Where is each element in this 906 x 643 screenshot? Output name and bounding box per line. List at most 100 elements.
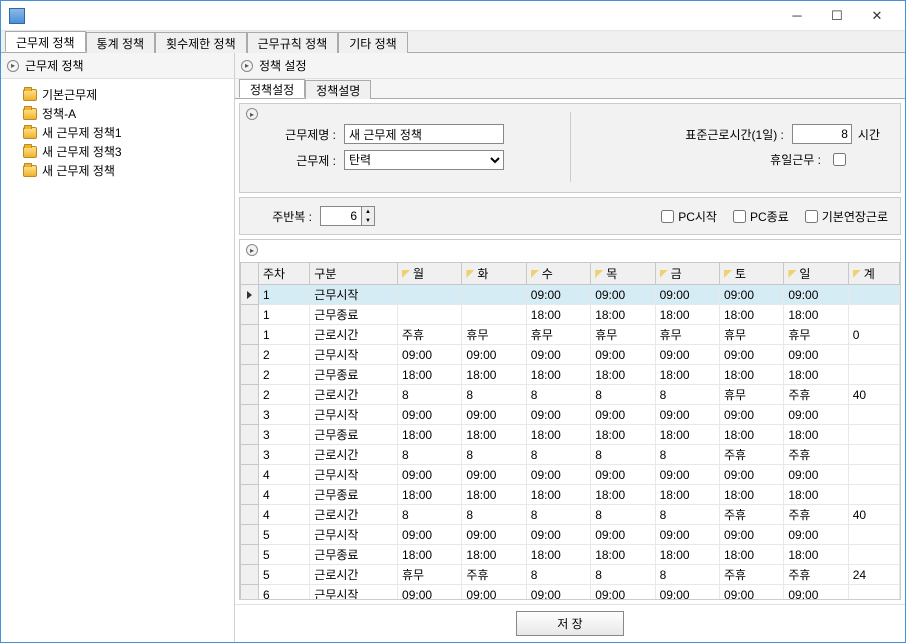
column-header[interactable]: 토	[719, 263, 783, 285]
main-tab[interactable]: 기타 정책	[338, 32, 408, 53]
cell[interactable]: 5	[259, 545, 310, 565]
cell[interactable]: 09:00	[719, 525, 783, 545]
cell[interactable]: 18:00	[591, 545, 655, 565]
cell[interactable]: 18:00	[655, 545, 719, 565]
cell[interactable]: 09:00	[398, 465, 462, 485]
cell[interactable]: 09:00	[462, 345, 526, 365]
spinner-up-icon[interactable]: ▲	[362, 207, 374, 216]
cell[interactable]: 4	[259, 485, 310, 505]
table-row[interactable]: 3근로시간88888주휴주휴	[241, 445, 900, 465]
table-row[interactable]: 4근무시작09:0009:0009:0009:0009:0009:0009:00	[241, 465, 900, 485]
cell[interactable]: 09:00	[719, 285, 783, 305]
cell[interactable]: 근로시간	[310, 505, 398, 525]
cell[interactable]: 09:00	[462, 405, 526, 425]
collapse-icon[interactable]: ▸	[246, 244, 258, 256]
base-overtime-checkbox[interactable]: 기본연장근로	[801, 207, 888, 226]
cell[interactable]: 09:00	[784, 465, 848, 485]
cell[interactable]: 18:00	[526, 365, 590, 385]
cell[interactable]: 18:00	[719, 305, 783, 325]
cell[interactable]: 18:00	[398, 365, 462, 385]
table-row[interactable]: 5근무종료18:0018:0018:0018:0018:0018:0018:00	[241, 545, 900, 565]
cell[interactable]: 근무종료	[310, 545, 398, 565]
cell[interactable]: 근로시간	[310, 445, 398, 465]
cell[interactable]: 18:00	[719, 545, 783, 565]
close-button[interactable]: ✕	[857, 2, 897, 30]
cell[interactable]: 휴무	[398, 565, 462, 585]
table-row[interactable]: 2근무종료18:0018:0018:0018:0018:0018:0018:00	[241, 365, 900, 385]
cell[interactable]: 휴무	[526, 325, 590, 345]
cell[interactable]	[848, 525, 899, 545]
holiday-checkbox[interactable]	[833, 153, 846, 166]
cell[interactable]: 09:00	[719, 465, 783, 485]
cell[interactable]: 09:00	[462, 585, 526, 600]
cell[interactable]: 09:00	[655, 405, 719, 425]
cell[interactable]: 09:00	[398, 405, 462, 425]
table-row[interactable]: 2근무시작09:0009:0009:0009:0009:0009:0009:00	[241, 345, 900, 365]
cell[interactable]: 5	[259, 565, 310, 585]
cell[interactable]: 3	[259, 405, 310, 425]
cell[interactable]: 휴무	[719, 385, 783, 405]
table-row[interactable]: 1근로시간주휴휴무휴무휴무휴무휴무휴무0	[241, 325, 900, 345]
column-header[interactable]: 수	[526, 263, 590, 285]
cell[interactable]: 18:00	[591, 365, 655, 385]
cell[interactable]: 40	[848, 505, 899, 525]
cell[interactable]: 휴무	[591, 325, 655, 345]
cell[interactable]	[848, 545, 899, 565]
cell[interactable]: 근로시간	[310, 565, 398, 585]
cell[interactable]: 근로시간	[310, 385, 398, 405]
cell[interactable]: 18:00	[655, 305, 719, 325]
cell[interactable]: 8	[655, 445, 719, 465]
cell[interactable]: 0	[848, 325, 899, 345]
cell[interactable]	[241, 425, 259, 445]
main-tab[interactable]: 근무제 정책	[5, 31, 86, 52]
cell[interactable]: 18:00	[462, 485, 526, 505]
cell[interactable]: 근무시작	[310, 465, 398, 485]
collapse-icon[interactable]: ▸	[241, 60, 253, 72]
column-header[interactable]: 구분	[310, 263, 398, 285]
cell[interactable]: 18:00	[784, 305, 848, 325]
cell[interactable]: 09:00	[719, 405, 783, 425]
main-tab[interactable]: 횟수제한 정책	[155, 32, 247, 53]
cell[interactable]: 18:00	[719, 425, 783, 445]
cell[interactable]: 09:00	[655, 525, 719, 545]
cell[interactable]: 09:00	[719, 345, 783, 365]
cell[interactable]: 09:00	[398, 345, 462, 365]
cell[interactable]: 휴무	[719, 325, 783, 345]
table-row[interactable]: 5근로시간휴무주휴888주휴주휴24	[241, 565, 900, 585]
cell[interactable]	[241, 405, 259, 425]
cell[interactable]	[848, 345, 899, 365]
cell[interactable]	[241, 365, 259, 385]
table-row[interactable]: 4근무종료18:0018:0018:0018:0018:0018:0018:00	[241, 485, 900, 505]
table-row[interactable]: 1근무시작09:0009:0009:0009:0009:00	[241, 285, 900, 305]
cell[interactable]	[241, 545, 259, 565]
cell[interactable]: 09:00	[526, 345, 590, 365]
cell[interactable]: 근무종료	[310, 485, 398, 505]
main-tab[interactable]: 통계 정책	[86, 32, 156, 53]
cell[interactable]: 09:00	[462, 525, 526, 545]
cell[interactable]: 09:00	[784, 585, 848, 600]
cell[interactable]	[241, 505, 259, 525]
cell[interactable]	[848, 585, 899, 600]
minimize-button[interactable]: ─	[777, 2, 817, 30]
cell[interactable]: 휴무	[655, 325, 719, 345]
name-input[interactable]	[344, 124, 504, 144]
cell[interactable]: 18:00	[462, 365, 526, 385]
cell[interactable]: 근무시작	[310, 525, 398, 545]
cell[interactable]: 18:00	[398, 425, 462, 445]
cell[interactable]: 8	[591, 565, 655, 585]
type-select[interactable]: 탄력	[344, 150, 504, 170]
cell[interactable]	[241, 385, 259, 405]
cell[interactable]: 휴무	[784, 325, 848, 345]
collapse-icon[interactable]: ▸	[246, 108, 258, 120]
cell[interactable]	[462, 285, 526, 305]
cell[interactable]: 8	[591, 445, 655, 465]
save-button[interactable]: 저 장	[516, 611, 623, 636]
cell[interactable]: 18:00	[591, 485, 655, 505]
cell[interactable]	[241, 465, 259, 485]
week-repeat-spinner[interactable]: ▲▼	[320, 206, 375, 226]
column-header[interactable]: 계	[848, 263, 899, 285]
cell[interactable]: 18:00	[784, 365, 848, 385]
sub-tab[interactable]: 정책설정	[239, 79, 305, 98]
cell[interactable]: 24	[848, 565, 899, 585]
cell[interactable]: 근무시작	[310, 405, 398, 425]
